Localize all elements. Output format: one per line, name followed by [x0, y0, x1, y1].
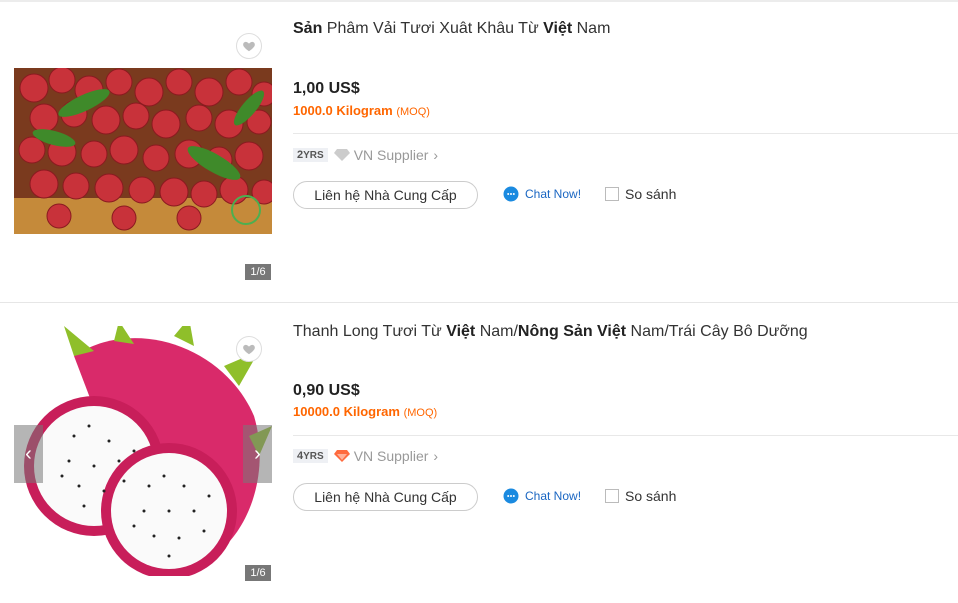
- product-price: 1,00 US$: [293, 80, 360, 97]
- chevron-right-icon: ›: [433, 448, 439, 464]
- diamond-grey-icon: [333, 149, 350, 161]
- supplier-info: 2YRS VN Supplier ›: [293, 147, 438, 163]
- supplier-link[interactable]: VN Supplier: [354, 147, 429, 163]
- heart-icon: [243, 41, 255, 52]
- product-moq: 1000.0 Kilogram (MOQ): [293, 103, 430, 118]
- chevron-right-icon: ›: [433, 147, 439, 163]
- product-card: 1/6 Sản Phâm Vải Tươi Xuât Khâu Từ Việt …: [0, 0, 958, 300]
- checkbox[interactable]: [605, 187, 619, 201]
- divider: [293, 133, 958, 134]
- chat-now-button[interactable]: Chat Now!: [503, 186, 581, 202]
- divider: [293, 435, 958, 436]
- image-counter: 1/6: [245, 264, 271, 280]
- product-title[interactable]: Sản Phâm Vải Tươi Xuât Khâu Từ Việt Nam: [293, 20, 610, 38]
- supplier-info: 4YRS VN Supplier ›: [293, 448, 438, 464]
- product-moq: 10000.0 Kilogram (MOQ): [293, 404, 438, 419]
- product-image-lychee[interactable]: [14, 68, 272, 234]
- contact-supplier-button[interactable]: Liên hệ Nhà Cung Cấp: [293, 181, 478, 209]
- heart-icon: [243, 344, 255, 355]
- next-image-button[interactable]: ›: [243, 425, 272, 483]
- product-card: ‹ › 1/6 Thanh Long Tươi Từ Việt Nam/Nông…: [0, 302, 958, 603]
- favorite-button[interactable]: [236, 33, 262, 59]
- checkbox[interactable]: [605, 489, 619, 503]
- chat-bubble-icon: [503, 488, 519, 504]
- diamond-orange-icon: [333, 450, 350, 462]
- chat-bubble-icon: [503, 186, 519, 202]
- product-title[interactable]: Thanh Long Tươi Từ Việt Nam/Nông Sản Việ…: [293, 323, 808, 341]
- product-price: 0,90 US$: [293, 382, 360, 399]
- product-image-dragon-fruit[interactable]: [14, 326, 272, 576]
- image-counter: 1/6: [245, 565, 271, 581]
- contact-supplier-button[interactable]: Liên hệ Nhà Cung Cấp: [293, 483, 478, 511]
- years-badge: 2YRS: [293, 148, 328, 162]
- compare-checkbox[interactable]: So sánh: [605, 186, 676, 202]
- years-badge: 4YRS: [293, 449, 328, 463]
- compare-checkbox[interactable]: So sánh: [605, 488, 676, 504]
- prev-image-button[interactable]: ‹: [14, 425, 43, 483]
- supplier-link[interactable]: VN Supplier: [354, 448, 429, 464]
- favorite-button[interactable]: [236, 336, 262, 362]
- chat-now-button[interactable]: Chat Now!: [503, 488, 581, 504]
